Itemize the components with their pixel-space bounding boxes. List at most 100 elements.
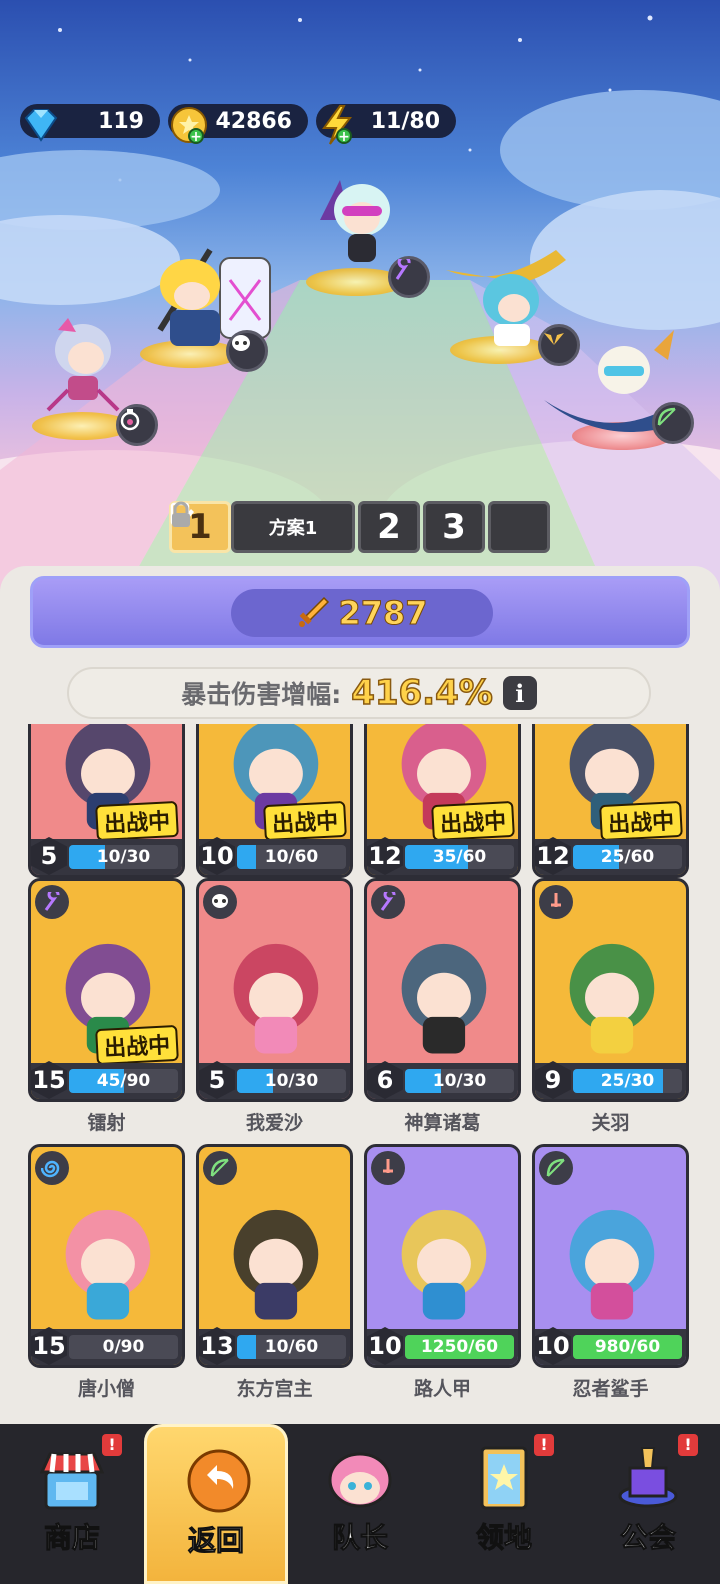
bottom-nav: ! 商店 返回 队长 ! 领地 ! 公会 [0, 1424, 720, 1584]
hero-card[interactable]: 出战中 15 45/90 [28, 878, 185, 1102]
bow-icon [652, 402, 694, 444]
deployed-badge: 出战中 [263, 800, 347, 842]
shard-progress-text: 10/60 [264, 847, 319, 867]
captain-icon [328, 1452, 392, 1508]
hero-card[interactable]: 10 980/60 [532, 1144, 689, 1368]
gem-icon [24, 109, 58, 142]
power-value: 2787 [338, 594, 428, 633]
add-coins-icon[interactable]: + [188, 128, 204, 145]
shard-progress-text: 10/30 [264, 1071, 319, 1091]
hero-name: 关羽 [591, 1112, 630, 1134]
hero-card[interactable]: 10 1250/60 [364, 1144, 521, 1368]
shard-progress-text: 45/90 [96, 1071, 151, 1091]
crit-label: 暴击伤害增幅: [181, 680, 342, 709]
staff-icon [388, 256, 430, 298]
bow-icon [203, 1151, 237, 1185]
nav-territory[interactable]: ! 领地 [432, 1424, 576, 1584]
hero-name: 忍者鲨手 [572, 1378, 649, 1400]
sword-icon [371, 1151, 405, 1185]
hero-card[interactable]: 出战中 12 35/60 [364, 724, 521, 878]
deployed-badge: 出战中 [431, 800, 515, 842]
scene-hero-spider-queen[interactable] [28, 310, 168, 450]
lock-icon [172, 501, 190, 527]
tab-lineup-3[interactable]: 3 [423, 501, 485, 553]
shard-progress-bar: 0/90 [69, 1335, 178, 1359]
coins-counter[interactable]: + 42866 [168, 104, 308, 145]
staff-icon [371, 885, 405, 919]
lineup-tabs: 1 方案1 2 3 [169, 501, 550, 553]
tab-lineup-locked[interactable] [172, 501, 550, 553]
shard-progress-bar: 45/90 [69, 1069, 178, 1093]
nav-guild-label: 公会 [619, 1521, 676, 1555]
shard-progress-bar: 10/30 [69, 845, 178, 869]
lineup-scene: 119 + 42866 + 11/80 1 方案1 2 3 [0, 0, 720, 600]
skull-icon [226, 330, 268, 372]
hero-name: 东方宫主 [236, 1378, 313, 1400]
shard-progress-bar: 25/60 [573, 845, 682, 869]
hero-card[interactable]: 出战中 12 25/60 [532, 724, 689, 878]
nav-captain-label: 队长 [331, 1521, 388, 1555]
nav-captain[interactable]: 队长 [288, 1424, 432, 1584]
hero-name: 唐小僧 [77, 1378, 135, 1400]
nav-shop[interactable]: ! 商店 [0, 1424, 144, 1584]
nav-guild[interactable]: ! 公会 [576, 1424, 720, 1584]
swirl-icon [35, 1151, 69, 1185]
info-icon[interactable]: i [502, 676, 537, 710]
power-banner: 2787 [30, 576, 690, 648]
hero-grid: 出战中510/30后羿出战中1010/60神灯王子出战中1235/60蜘蛛女王出… [0, 724, 720, 1404]
hero-card[interactable]: 出战中 5 10/30 [28, 724, 185, 878]
hero-card[interactable]: 13 10/60 [196, 1144, 353, 1368]
sword-icon [299, 596, 330, 627]
hero-card[interactable]: 15 0/90 [28, 1144, 185, 1368]
shard-progress-bar: 35/60 [405, 845, 514, 869]
shard-progress-bar: 10/60 [237, 1335, 346, 1359]
shard-progress-text: 25/60 [600, 847, 655, 867]
resource-bar: 119 + 42866 + 11/80 [10, 100, 720, 145]
crit-value: 416.4% [350, 672, 493, 714]
portal-icon [480, 1446, 528, 1510]
tab-lineup-2[interactable]: 2 [358, 501, 420, 553]
crit-damage-stat: 暴击伤害增幅: 416.4% i [67, 667, 651, 719]
shard-progress-text: 10/30 [96, 847, 151, 867]
hero-name: 镭射 [87, 1112, 126, 1134]
energy-value: 11/80 [370, 108, 440, 134]
coins-value: 42866 [215, 108, 292, 134]
skull-icon [203, 885, 237, 919]
guild-alert-badge: ! [678, 1434, 698, 1456]
deployed-badge: 出战中 [599, 800, 683, 842]
power-pill: 2787 [231, 589, 493, 637]
back-icon [187, 1449, 251, 1513]
deployed-badge: 出战中 [95, 800, 179, 842]
hero-card[interactable]: 出战中 10 10/60 [196, 724, 353, 878]
plan-label: 方案1 [268, 518, 318, 539]
shop-alert-badge: ! [102, 1434, 122, 1456]
add-energy-icon[interactable]: + [336, 128, 352, 145]
territory-alert-badge: ! [534, 1434, 554, 1456]
shard-progress-text: 980/60 [594, 1337, 661, 1357]
hero-card[interactable]: 5 10/30 [196, 878, 353, 1102]
nav-back[interactable]: 返回 [144, 1424, 288, 1584]
gems-value: 119 [98, 108, 144, 134]
bow-icon [539, 1151, 573, 1185]
nav-territory-label: 领地 [475, 1521, 532, 1555]
plan-name-button[interactable]: 方案1 [170, 501, 355, 553]
hero-card[interactable]: 6 10/30 [364, 878, 521, 1102]
scene-hero-houyi[interactable] [544, 330, 704, 460]
shard-progress-text: 10/60 [264, 1337, 319, 1357]
guild-icon [618, 1447, 678, 1508]
hero-name: 我爱沙 [245, 1112, 303, 1134]
sword-icon [539, 885, 573, 919]
hero-name: 路人甲 [413, 1378, 471, 1400]
shard-progress-bar: 25/30 [573, 1069, 682, 1093]
energy-counter[interactable]: + 11/80 [316, 104, 456, 145]
hero-name: 神算诸葛 [404, 1112, 481, 1134]
deployed-badge: 出战中 [95, 1024, 179, 1066]
shard-progress-bar: 10/60 [237, 845, 346, 869]
gems-counter[interactable]: 119 [20, 104, 160, 142]
hero-card[interactable]: 9 25/30 [532, 878, 689, 1102]
shard-progress-text: 10/30 [432, 1071, 487, 1091]
scene-hero-laser[interactable] [300, 160, 430, 300]
shard-progress-text: 1250/60 [420, 1337, 499, 1357]
shard-progress-bar: 980/60 [573, 1335, 682, 1359]
shard-progress-text: 0/90 [102, 1337, 145, 1357]
